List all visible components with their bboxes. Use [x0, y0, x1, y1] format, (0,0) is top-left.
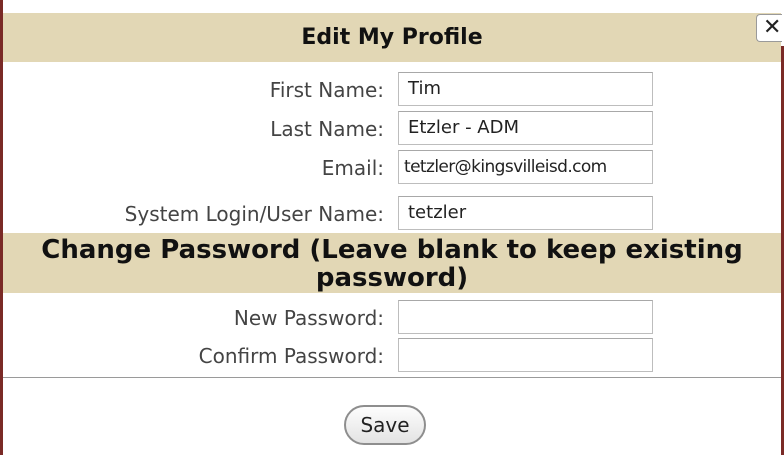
username-field[interactable]: tetzler: [398, 196, 653, 230]
change-password-section-header: Change Password (Leave blank to keep exi…: [3, 233, 781, 293]
close-button[interactable]: ✕: [756, 14, 782, 42]
change-password-heading: Change Password (Leave blank to keep exi…: [41, 235, 743, 293]
confirm-password-label: Confirm Password:: [198, 344, 384, 368]
dialog-title-bar: Edit My Profile: [3, 13, 781, 62]
first-name-field[interactable]: Tim: [398, 72, 653, 106]
confirm-password-field[interactable]: [398, 338, 653, 372]
new-password-label: New Password:: [233, 306, 384, 330]
dialog-left-border: [0, 0, 3, 455]
last-name-field[interactable]: Etzler - ADM: [398, 111, 653, 145]
close-icon: ✕: [763, 15, 782, 40]
save-button[interactable]: Save: [344, 405, 426, 445]
email-label: Email:: [321, 156, 384, 180]
edit-profile-dialog: Edit My Profile ✕ First Name: Tim Last N…: [0, 0, 784, 455]
dialog-title: Edit My Profile: [301, 25, 483, 50]
username-label: System Login/User Name:: [124, 202, 384, 226]
email-field[interactable]: tetzler@kingsvilleisd.com: [398, 150, 653, 184]
form-divider: [3, 377, 781, 378]
last-name-label: Last Name:: [270, 117, 384, 141]
first-name-label: First Name:: [269, 78, 384, 102]
new-password-field[interactable]: [398, 300, 653, 334]
